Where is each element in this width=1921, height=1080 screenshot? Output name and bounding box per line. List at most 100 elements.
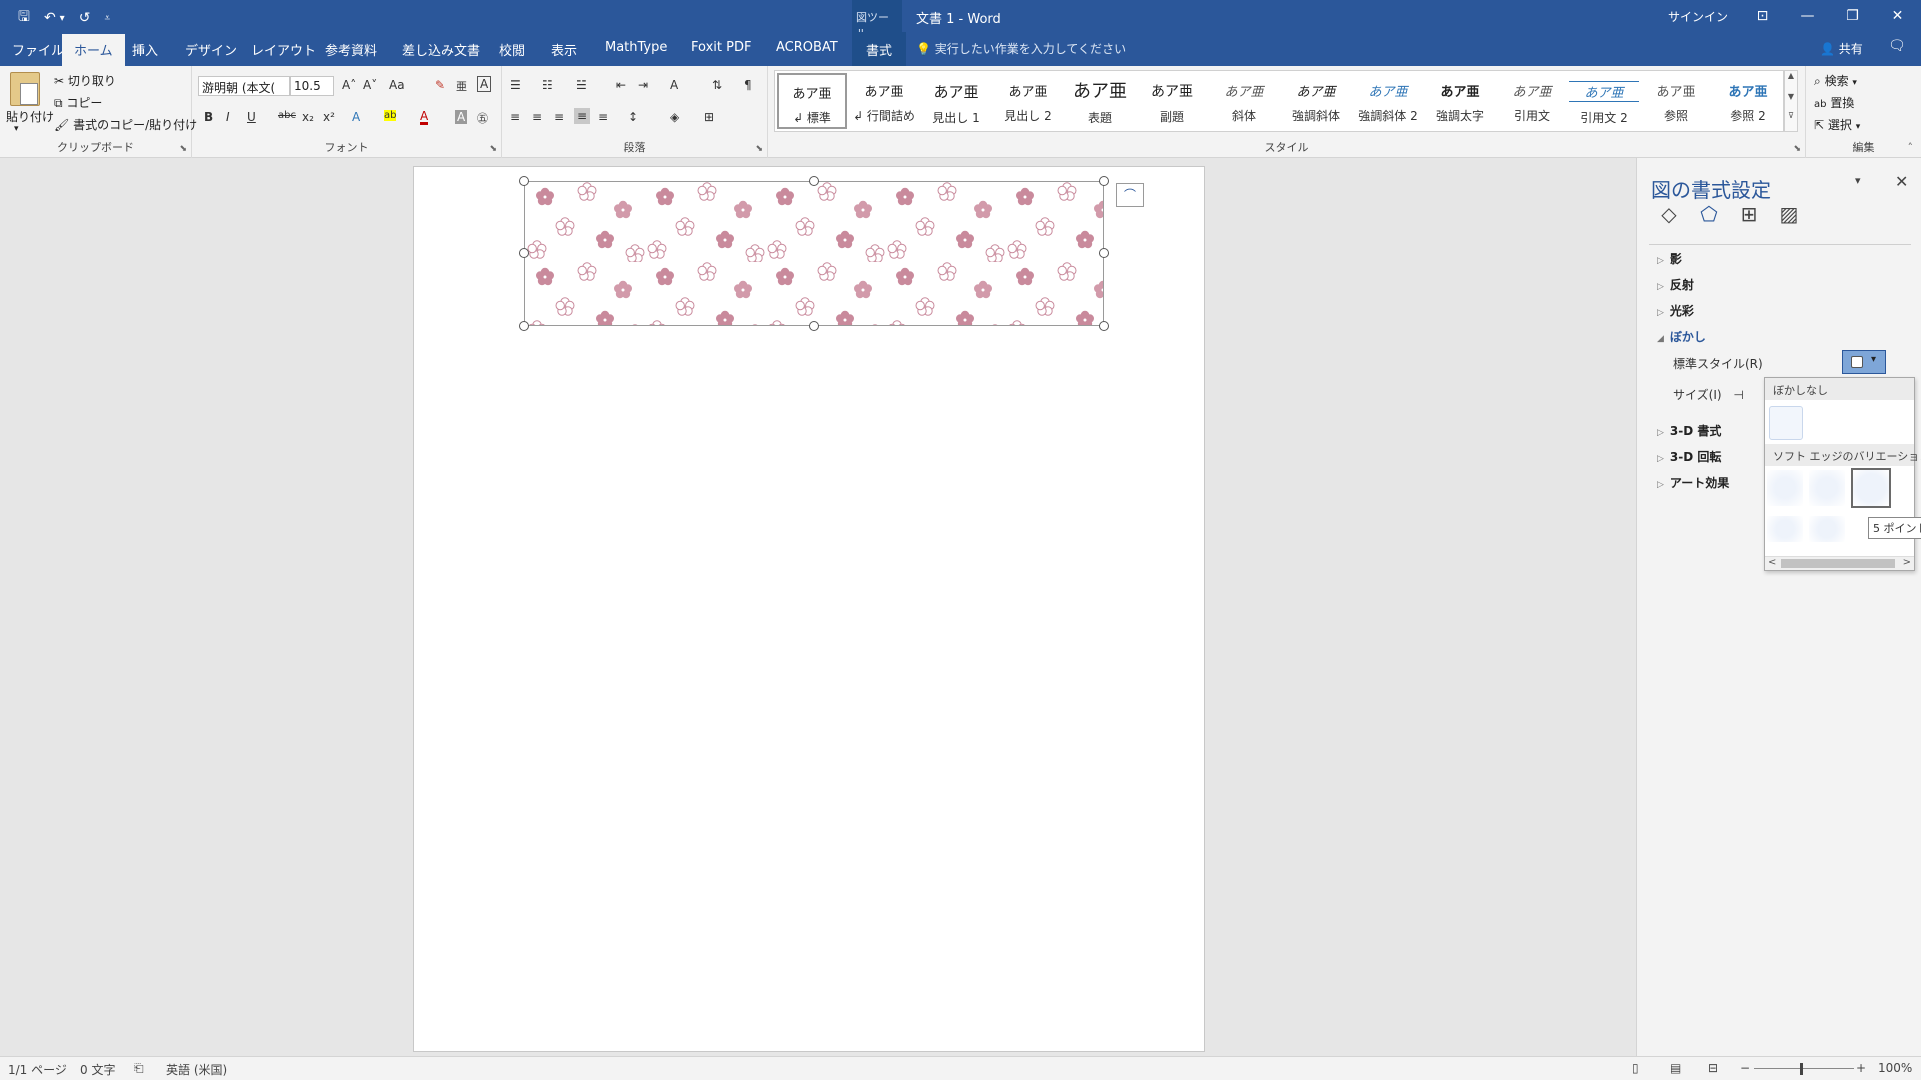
align-right-button[interactable]: ≡ bbox=[554, 110, 564, 124]
shrink-font-button[interactable]: A˅ bbox=[363, 78, 377, 92]
section-soft-edges[interactable]: ◢ ぼかし bbox=[1657, 328, 1706, 345]
clear-formatting-button[interactable]: ✎ bbox=[435, 78, 445, 92]
style-item[interactable]: あア亜 参照 bbox=[1641, 73, 1711, 129]
read-mode-icon[interactable]: ▯ bbox=[1632, 1061, 1639, 1075]
resize-handle-bottom[interactable] bbox=[809, 321, 819, 331]
resize-handle-bottom-right[interactable] bbox=[1099, 321, 1109, 331]
paste-icon[interactable] bbox=[10, 72, 40, 106]
paste-button[interactable]: 貼り付け bbox=[6, 108, 54, 125]
soft-edge-option[interactable] bbox=[1809, 470, 1845, 506]
italic-button[interactable]: I bbox=[226, 110, 230, 124]
resize-handle-top[interactable] bbox=[809, 176, 819, 186]
font-size-combo[interactable]: 10.5 bbox=[290, 76, 334, 96]
subscript-button[interactable]: x₂ bbox=[302, 110, 314, 124]
character-border-button[interactable]: A bbox=[477, 76, 492, 92]
close-icon[interactable]: ✕ bbox=[1875, 0, 1920, 32]
superscript-button[interactable]: x² bbox=[323, 110, 335, 124]
replace-button[interactable]: ab 置換 bbox=[1814, 94, 1854, 111]
sakura-picture[interactable] bbox=[524, 181, 1104, 326]
tab-foxit-pdf[interactable]: Foxit PDF bbox=[691, 40, 751, 55]
zoom-slider-track[interactable] bbox=[1754, 1068, 1854, 1069]
section-3d-format[interactable]: ▷ 3-D 書式 bbox=[1657, 422, 1721, 439]
phonetic-guide-button[interactable]: 亜 bbox=[456, 78, 467, 94]
find-button[interactable]: ⌕ 検索 ▾ bbox=[1814, 72, 1857, 89]
style-item[interactable]: あア亜 見出し 2 bbox=[993, 73, 1063, 129]
layout-options-button[interactable]: ⌒ bbox=[1116, 183, 1144, 207]
soft-edge-preset-dropdown[interactable]: ▾ bbox=[1842, 350, 1886, 374]
shading-button[interactable]: ◈ bbox=[670, 110, 679, 124]
restore-icon[interactable]: ❐ bbox=[1830, 0, 1875, 32]
bold-button[interactable]: B bbox=[204, 110, 213, 124]
resize-handle-top-right[interactable] bbox=[1099, 176, 1109, 186]
comments-icon[interactable]: 🗨 bbox=[1888, 38, 1906, 54]
redo-icon[interactable]: ↺ bbox=[79, 10, 91, 26]
clipboard-launcher-icon[interactable]: ⬊ bbox=[179, 144, 187, 154]
style-item[interactable]: あア亜 強調斜体 bbox=[1281, 73, 1351, 129]
size-slider-marker-icon[interactable]: ⊣ bbox=[1733, 388, 1743, 402]
tab-home[interactable]: ホーム bbox=[62, 34, 125, 66]
styles-launcher-icon[interactable]: ⬊ bbox=[1793, 144, 1801, 154]
zoom-out-icon[interactable]: − bbox=[1740, 1061, 1750, 1075]
section-3d-rotation[interactable]: ▷ 3-D 回転 bbox=[1657, 448, 1721, 465]
fill-line-icon[interactable]: ◇ bbox=[1657, 202, 1681, 226]
zoom-level[interactable]: 100% bbox=[1878, 1061, 1912, 1075]
tab-file[interactable]: ファイル bbox=[12, 40, 64, 59]
style-item[interactable]: あア亜 ↲ 標準 bbox=[777, 73, 847, 129]
web-layout-icon[interactable]: ⊟ bbox=[1708, 1061, 1718, 1075]
tab-mathtype[interactable]: MathType bbox=[605, 40, 667, 55]
increase-indent-button[interactable]: ⇥ bbox=[638, 78, 648, 92]
zoom-in-icon[interactable]: + bbox=[1856, 1061, 1866, 1075]
soft-edge-option-5pt[interactable] bbox=[1851, 468, 1891, 508]
asian-layout-button[interactable]: A bbox=[670, 78, 678, 92]
decrease-indent-button[interactable]: ⇤ bbox=[616, 78, 626, 92]
tab-mailings[interactable]: 差し込み文書 bbox=[402, 40, 480, 59]
minimize-icon[interactable]: — bbox=[1785, 0, 1830, 32]
font-launcher-icon[interactable]: ⬊ bbox=[489, 144, 497, 154]
style-item[interactable]: あア亜 ↲ 行間詰め bbox=[849, 73, 919, 129]
tab-acrobat[interactable]: ACROBAT bbox=[776, 40, 838, 55]
resize-handle-left[interactable] bbox=[519, 248, 529, 258]
style-item[interactable]: あア亜 参照 2 bbox=[1713, 73, 1783, 129]
style-item[interactable]: あア亜 強調斜体 2 bbox=[1353, 73, 1423, 129]
distributed-button[interactable]: ≡ bbox=[598, 110, 608, 124]
undo-dropdown-icon[interactable]: ▾ bbox=[60, 13, 65, 24]
effects-icon[interactable]: ⬠ bbox=[1697, 202, 1721, 226]
ribbon-display-options-icon[interactable]: ⊡ bbox=[1740, 0, 1785, 32]
style-item[interactable]: あア亜 引用文 2 bbox=[1569, 73, 1639, 129]
style-item[interactable]: あア亜 強調太字 bbox=[1425, 73, 1495, 129]
scroll-left-icon[interactable]: < bbox=[1768, 557, 1776, 568]
gallery-more-icon[interactable]: ⊽ bbox=[1785, 111, 1797, 120]
bullets-button[interactable]: ☰ bbox=[510, 78, 521, 92]
font-color-button[interactable]: A bbox=[420, 110, 429, 125]
word-count[interactable]: 0 文字 bbox=[80, 1061, 115, 1078]
gallery-scroll-up-icon[interactable]: ▲ bbox=[1785, 71, 1797, 80]
style-item[interactable]: あア亜 斜体 bbox=[1209, 73, 1279, 129]
zoom-slider-thumb[interactable] bbox=[1800, 1063, 1803, 1075]
grow-font-button[interactable]: A˄ bbox=[342, 78, 356, 92]
section-shadow[interactable]: ▷ 影 bbox=[1657, 250, 1682, 267]
tab-view[interactable]: 表示 bbox=[551, 40, 577, 59]
select-button[interactable]: ⇱ 選択 ▾ bbox=[1814, 116, 1860, 133]
justify-button[interactable]: ≡ bbox=[574, 108, 591, 124]
picture-icon[interactable]: ▨ bbox=[1777, 202, 1801, 226]
change-case-button[interactable]: Aa bbox=[389, 78, 405, 92]
sort-button[interactable]: ⇅ bbox=[712, 78, 722, 92]
highlight-button[interactable]: ab bbox=[384, 110, 397, 121]
customize-qat-icon[interactable]: ⩡ bbox=[104, 13, 110, 24]
tab-references[interactable]: 参考資料 bbox=[325, 40, 377, 59]
tab-design[interactable]: デザイン bbox=[185, 40, 237, 59]
resize-handle-bottom-left[interactable] bbox=[519, 321, 529, 331]
tab-layout[interactable]: レイアウト bbox=[251, 40, 316, 59]
soft-edge-option[interactable] bbox=[1809, 516, 1845, 542]
show-formatting-marks-button[interactable]: ¶ bbox=[744, 78, 752, 92]
share-button[interactable]: 👤 共有 bbox=[1820, 40, 1863, 57]
resize-handle-top-left[interactable] bbox=[519, 176, 529, 186]
pane-options-icon[interactable]: ▾ bbox=[1855, 174, 1861, 187]
underline-button[interactable]: U bbox=[247, 110, 256, 124]
no-soft-edge-option[interactable] bbox=[1769, 406, 1803, 440]
resize-handle-right[interactable] bbox=[1099, 248, 1109, 258]
undo-icon[interactable]: ↶ bbox=[44, 10, 56, 26]
text-effects-button[interactable]: A bbox=[352, 110, 360, 124]
enclose-characters-button[interactable]: ㊄ bbox=[477, 110, 488, 126]
section-artistic-effects[interactable]: ▷ アート効果 bbox=[1657, 474, 1729, 491]
